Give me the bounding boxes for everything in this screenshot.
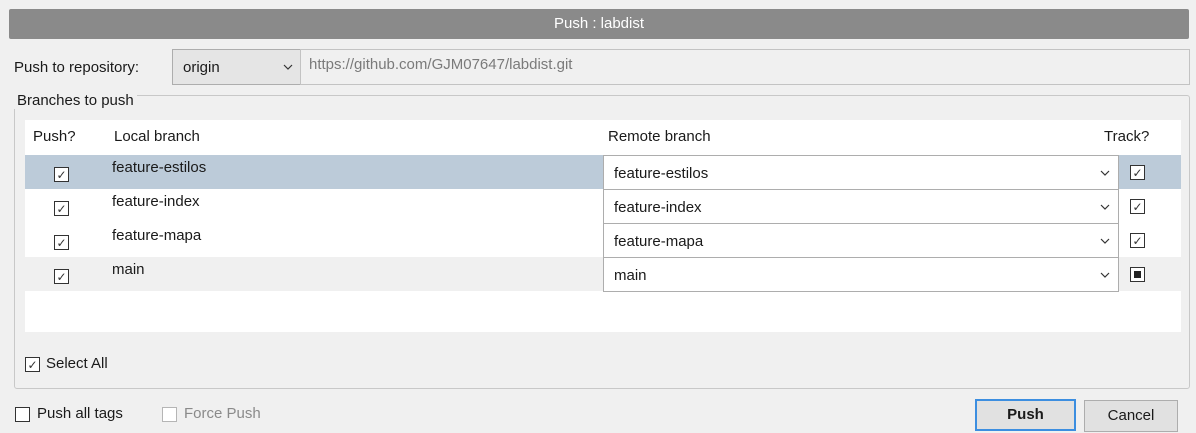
track-checkbox[interactable]: ✓ (1130, 199, 1145, 214)
branches-group-title: Branches to push (14, 92, 137, 109)
table-header: Push? Local branch Remote branch Track? (25, 120, 1181, 155)
remote-branch-value: feature-index (614, 199, 702, 216)
checkmark-icon: ✓ (56, 201, 67, 216)
table-row[interactable]: ✓ feature-estilos feature-estilos ✓ (25, 155, 1181, 190)
checkmark-icon: ✓ (1132, 165, 1143, 180)
remote-branch-value: main (614, 267, 647, 284)
checkmark-icon: ✓ (1132, 233, 1143, 248)
remote-branch-select[interactable]: feature-estilos (603, 155, 1119, 190)
push-checkbox[interactable]: ✓ (54, 235, 69, 250)
header-track: Track? (1104, 128, 1150, 145)
window-title: Push : labdist (553, 15, 645, 32)
checkmark-icon: ✓ (56, 269, 67, 284)
track-checkbox-indeterminate[interactable] (1130, 267, 1145, 282)
chevron-down-icon (275, 50, 301, 84)
local-branch-name: main (112, 261, 145, 278)
force-push-checkbox (162, 407, 177, 422)
window-title-bar: Push : labdist (9, 9, 1189, 39)
local-branch-name: feature-index (112, 193, 200, 210)
header-remote-branch: Remote branch (608, 128, 711, 145)
table-row[interactable]: ✓ feature-mapa feature-mapa ✓ (25, 223, 1181, 258)
push-checkbox[interactable]: ✓ (54, 167, 69, 182)
remote-branch-select[interactable]: feature-mapa (603, 223, 1119, 258)
push-checkbox[interactable]: ✓ (54, 269, 69, 284)
repository-select[interactable]: origin (172, 49, 302, 85)
push-all-tags-checkbox[interactable] (15, 407, 30, 422)
indeterminate-square-icon (1134, 271, 1141, 278)
repository-url-field[interactable]: https://github.com/GJM07647/labdist.git (300, 49, 1190, 85)
push-all-tags-label: Push all tags (37, 405, 123, 422)
force-push-label: Force Push (184, 405, 261, 422)
table-row[interactable]: ✓ main main (25, 257, 1181, 292)
remote-branch-value: feature-estilos (614, 165, 709, 182)
header-push: Push? (33, 128, 76, 145)
header-local-branch: Local branch (114, 128, 200, 145)
checkmark-icon: ✓ (56, 167, 67, 182)
repository-select-value: origin (183, 59, 220, 76)
branches-table: Push? Local branch Remote branch Track? … (25, 120, 1181, 332)
checkmark-icon: ✓ (27, 357, 38, 372)
checkmark-icon: ✓ (1132, 199, 1143, 214)
push-button[interactable]: Push (975, 399, 1076, 431)
repository-row: Push to repository: origin https://githu… (14, 49, 1190, 85)
local-branch-name: feature-estilos (112, 159, 207, 176)
remote-branch-select[interactable]: feature-index (603, 189, 1119, 224)
track-checkbox[interactable]: ✓ (1130, 233, 1145, 248)
chevron-down-icon (1092, 156, 1118, 189)
local-branch-name: feature-mapa (112, 227, 202, 244)
cancel-button[interactable]: Cancel (1084, 400, 1178, 432)
push-checkbox[interactable]: ✓ (54, 201, 69, 216)
track-checkbox[interactable]: ✓ (1130, 165, 1145, 180)
remote-branch-select[interactable]: main (603, 257, 1119, 292)
select-all-label: Select All (46, 355, 108, 372)
remote-branch-value: feature-mapa (614, 233, 704, 250)
chevron-down-icon (1092, 224, 1118, 257)
chevron-down-icon (1092, 258, 1118, 291)
chevron-down-icon (1092, 190, 1118, 223)
repository-label: Push to repository: (14, 59, 140, 76)
checkmark-icon: ✓ (56, 235, 67, 250)
select-all-checkbox[interactable]: ✓ (25, 357, 40, 372)
table-row[interactable]: ✓ feature-index feature-index ✓ (25, 189, 1181, 224)
